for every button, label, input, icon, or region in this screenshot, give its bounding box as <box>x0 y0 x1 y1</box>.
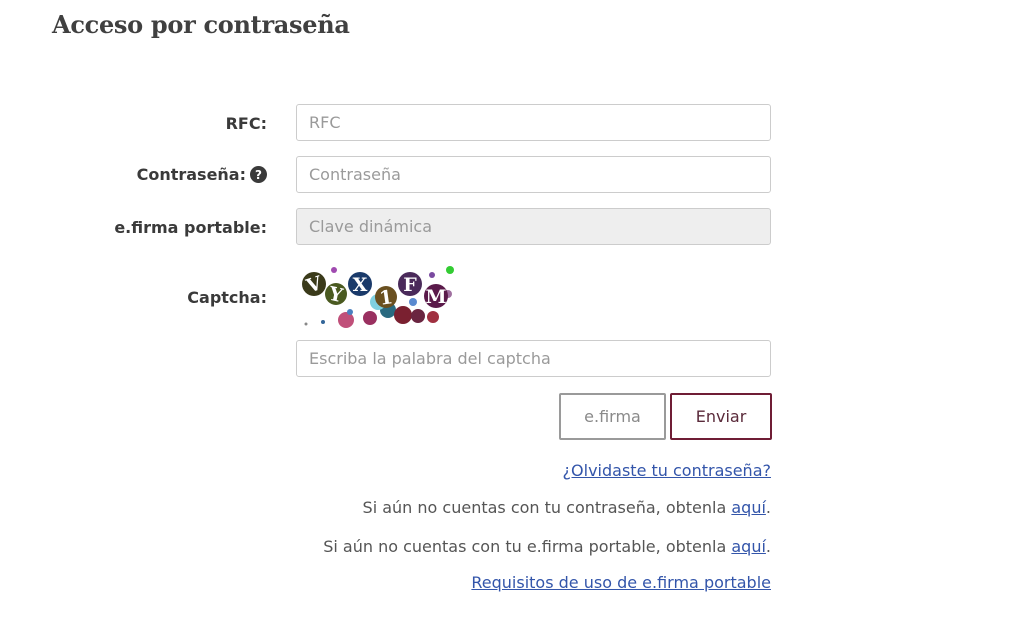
requirements-link[interactable]: Requisitos de uso de e.firma portable <box>471 573 771 592</box>
rfc-input[interactable] <box>296 104 771 141</box>
get-efirma-link[interactable]: aquí <box>731 537 766 556</box>
submit-button[interactable]: Enviar <box>670 393 772 440</box>
password-input[interactable] <box>296 156 771 193</box>
no-password-row: Si aún no cuentas con tu contraseña, obt… <box>363 498 771 517</box>
forgot-password-link[interactable]: ¿Olvidaste tu contraseña? <box>563 461 771 480</box>
efirma-portable-label: e.firma portable: <box>114 218 267 237</box>
rfc-label-text: RFC: <box>225 114 267 133</box>
captcha-label-text: Captcha: <box>187 288 267 307</box>
password-label-text: Contraseña: <box>136 165 246 184</box>
requirements-row: Requisitos de uso de e.firma portable <box>471 573 771 592</box>
svg-text:M: M <box>425 286 446 308</box>
forgot-password-row: ¿Olvidaste tu contraseña? <box>563 461 771 480</box>
period: . <box>765 537 771 556</box>
no-efirma-row: Si aún no cuentas con tu e.firma portabl… <box>323 537 771 556</box>
get-password-link[interactable]: aquí <box>731 498 766 517</box>
svg-text:X: X <box>353 274 368 296</box>
efirma-button[interactable]: e.firma <box>559 393 666 440</box>
captcha-input[interactable] <box>296 340 771 377</box>
password-label: Contraseña: ? <box>137 165 267 184</box>
captcha-image: V Y X 1 F M <box>302 266 454 328</box>
no-efirma-text: Si aún no cuentas con tu e.firma portabl… <box>323 537 732 556</box>
efirma-portable-label-text: e.firma portable: <box>114 218 267 237</box>
rfc-label: RFC: <box>226 114 267 133</box>
no-password-text: Si aún no cuentas con tu contraseña, obt… <box>362 498 732 517</box>
captcha-label: Captcha: <box>187 288 267 307</box>
svg-text:F: F <box>403 274 417 296</box>
page-title: Acceso por contraseña <box>52 10 350 39</box>
period: . <box>765 498 771 517</box>
question-circle-icon[interactable]: ? <box>250 166 267 183</box>
dynamic-key-input <box>296 208 771 245</box>
